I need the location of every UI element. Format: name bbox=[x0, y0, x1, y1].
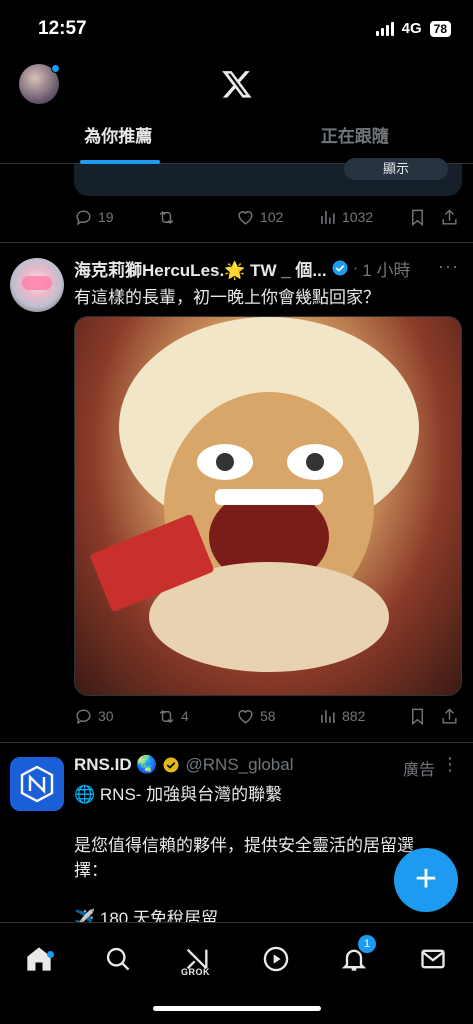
battery-icon: 78 bbox=[429, 20, 451, 37]
bookmark-icon bbox=[412, 209, 423, 226]
status-right: 4G 78 bbox=[375, 20, 451, 37]
more-options-icon[interactable]: ⋮ bbox=[441, 754, 459, 775]
share-button[interactable] bbox=[440, 707, 459, 726]
bookmark-icon bbox=[412, 708, 423, 725]
nav-home[interactable] bbox=[19, 939, 59, 979]
profile-avatar[interactable] bbox=[19, 64, 60, 104]
share-button[interactable] bbox=[440, 208, 459, 227]
ad-author-name[interactable]: RNS.ID 🌏 bbox=[74, 755, 158, 775]
header: 為你推薦 正在跟隨 bbox=[0, 52, 473, 164]
compose-button[interactable]: + bbox=[394, 848, 458, 912]
unread-dot bbox=[51, 64, 60, 73]
like-count: 58 bbox=[260, 708, 276, 724]
ad-text-line: 是您值得信賴的夥伴，提供安全靈活的居留選 bbox=[74, 836, 414, 855]
ad-text-line: 擇： bbox=[74, 861, 108, 880]
grok-label: GROK bbox=[181, 967, 210, 977]
nav-video[interactable] bbox=[256, 939, 296, 979]
bookmark-button[interactable] bbox=[408, 208, 440, 227]
like-button[interactable]: 58 bbox=[236, 707, 318, 726]
notification-badge: 1 bbox=[358, 935, 376, 953]
dot-separator: · bbox=[352, 258, 359, 277]
verified-badge-icon bbox=[332, 260, 348, 276]
author-name[interactable]: 海克莉獅HercuLes.🌟 TW _ 個... bbox=[74, 256, 327, 281]
show-button[interactable]: 顯示 bbox=[344, 158, 448, 180]
tab-following-label: 正在跟隨 bbox=[320, 127, 389, 146]
repost-button[interactable] bbox=[157, 208, 236, 227]
tweet-time: 1 小時 bbox=[362, 260, 411, 280]
divider bbox=[0, 742, 473, 743]
views-count: 882 bbox=[342, 708, 366, 724]
network-label: 4G bbox=[401, 20, 422, 37]
like-count: 102 bbox=[260, 209, 284, 225]
like-button[interactable]: 102 bbox=[236, 208, 318, 227]
gold-verified-icon bbox=[163, 757, 179, 773]
signal-icon bbox=[375, 21, 394, 36]
share-icon bbox=[442, 707, 457, 724]
feed-tabs: 為你推薦 正在跟隨 bbox=[0, 114, 473, 164]
repost-icon bbox=[159, 210, 174, 224]
play-circle-icon bbox=[263, 946, 289, 972]
home-indicator bbox=[153, 1006, 321, 1011]
reply-count: 30 bbox=[98, 708, 114, 724]
ad-header: RNS.ID 🌏 @RNS_global bbox=[74, 755, 294, 775]
tweet-image[interactable] bbox=[74, 316, 462, 696]
heart-icon bbox=[238, 709, 253, 724]
heart-icon bbox=[238, 210, 253, 225]
divider bbox=[0, 242, 473, 243]
tweet-image-art bbox=[90, 317, 419, 672]
home-icon bbox=[27, 947, 51, 971]
views-icon bbox=[321, 210, 335, 224]
ad-handle: @RNS_global bbox=[185, 755, 294, 774]
reply-button[interactable]: 30 bbox=[74, 707, 157, 726]
tweet-header: 海克莉獅HercuLes.🌟 TW _ 個... · 1 小時 bbox=[74, 256, 464, 280]
reply-icon bbox=[76, 209, 91, 225]
nav-search[interactable] bbox=[98, 939, 138, 979]
ad-text-line: 🌐 RNS- 加強與台灣的聯繫 bbox=[74, 785, 283, 804]
unread-dot bbox=[47, 951, 54, 958]
tab-for-you[interactable]: 為你推薦 bbox=[0, 114, 237, 164]
status-bar: 12:57 4G 78 bbox=[0, 0, 473, 52]
prev-tweet-card[interactable]: 顯示 bbox=[74, 158, 462, 196]
status-time: 12:57 bbox=[38, 18, 87, 39]
share-icon bbox=[442, 208, 457, 225]
ad-label: 廣告 bbox=[402, 762, 435, 779]
nav-messages[interactable] bbox=[413, 939, 453, 979]
search-icon bbox=[106, 947, 130, 971]
views-button[interactable]: 1032 bbox=[318, 208, 408, 227]
views-icon bbox=[321, 709, 335, 723]
prev-tweet-actions: 19 102 1032 bbox=[74, 205, 462, 229]
rns-logo-icon bbox=[20, 765, 54, 803]
repost-count: 4 bbox=[181, 708, 189, 724]
tab-for-you-label: 為你推薦 bbox=[84, 127, 153, 146]
x-logo-icon bbox=[222, 71, 252, 98]
avatar-face bbox=[22, 276, 52, 290]
tweet-text: 有這樣的長輩，初一晚上你會幾點回家？ bbox=[74, 288, 380, 307]
views-count: 1032 bbox=[342, 209, 374, 225]
mail-icon bbox=[421, 949, 445, 969]
ad-avatar[interactable] bbox=[10, 757, 64, 811]
repost-button[interactable]: 4 bbox=[157, 707, 236, 726]
tweet-actions: 30 4 58 882 bbox=[74, 704, 462, 728]
nav-notifications[interactable]: 1 bbox=[334, 935, 376, 979]
bookmark-button[interactable] bbox=[408, 707, 440, 726]
tab-following[interactable]: 正在跟隨 bbox=[237, 114, 473, 164]
author-avatar[interactable] bbox=[10, 258, 64, 312]
reply-icon bbox=[76, 708, 91, 724]
views-button[interactable]: 882 bbox=[318, 707, 408, 726]
reply-button[interactable]: 19 bbox=[74, 208, 157, 227]
reply-count: 19 bbox=[98, 209, 114, 225]
more-options-icon[interactable]: ··· bbox=[438, 256, 459, 277]
repost-icon bbox=[159, 709, 174, 723]
